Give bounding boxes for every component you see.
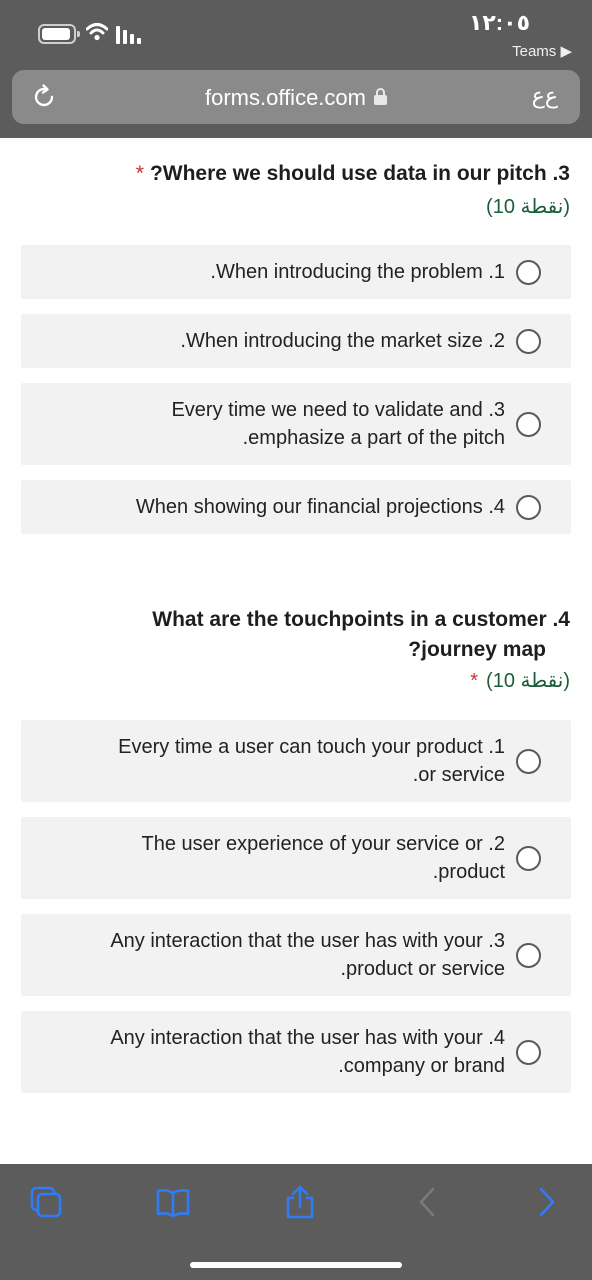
address-bar[interactable]: forms.office.com ﻉﻉ <box>12 70 580 124</box>
form-content: * ?Where we should use data in our pitch … <box>0 138 592 1164</box>
url-text: forms.office.com <box>205 85 366 110</box>
question-title: * ?Where we should use data in our pitch … <box>135 162 570 185</box>
status-bar: ١٢:٠٥ Teams ▶ <box>0 0 592 68</box>
radio-button[interactable] <box>516 260 541 285</box>
url-display[interactable]: forms.office.com <box>12 85 580 111</box>
radio-button[interactable] <box>516 1040 541 1065</box>
answer-option[interactable]: When showing our financial projections .… <box>21 480 571 534</box>
answer-option[interactable]: Any interaction that the user has with y… <box>21 1011 571 1093</box>
radio-button[interactable] <box>516 329 541 354</box>
option-label: .emphasize a part of the pitch <box>242 427 505 449</box>
text-size-button[interactable]: ﻉﻉ <box>532 83 558 109</box>
option-label: .product <box>432 861 505 883</box>
option-label: Any interaction that the user has with y… <box>110 930 505 952</box>
radio-button[interactable] <box>516 412 541 437</box>
option-label: When showing our financial projections .… <box>135 496 505 518</box>
answer-option[interactable]: .When introducing the market size .2 <box>21 314 571 368</box>
answer-option[interactable]: .When introducing the problem .1 <box>21 245 571 299</box>
tabs-icon[interactable] <box>28 1184 64 1220</box>
question-title: What are the touchpoints in a customer .… <box>152 608 570 631</box>
option-label: .company or brand <box>338 1055 505 1077</box>
option-label: .When introducing the problem .1 <box>210 261 505 283</box>
radio-button[interactable] <box>516 943 541 968</box>
home-indicator[interactable] <box>190 1262 402 1268</box>
wifi-icon <box>86 23 108 41</box>
answer-option[interactable]: Any interaction that the user has with y… <box>21 914 571 996</box>
share-icon[interactable] <box>282 1184 318 1220</box>
answer-option[interactable]: The user experience of your service or .… <box>21 817 571 899</box>
option-label: Every time we need to validate and .3 <box>171 399 505 421</box>
answer-option[interactable]: Every time we need to validate and .3 .e… <box>21 383 571 465</box>
option-label: .or service <box>412 764 505 786</box>
back-arrow-icon[interactable] <box>410 1184 446 1220</box>
question-points: (10 نقطة) <box>486 196 570 218</box>
option-label: Every time a user can touch your product… <box>118 736 505 758</box>
lock-icon <box>373 88 387 105</box>
battery-icon <box>38 24 80 44</box>
radio-button[interactable] <box>516 495 541 520</box>
browser-address-area: forms.office.com ﻉﻉ <box>0 68 592 138</box>
option-label: .product or service <box>340 958 505 980</box>
forward-arrow-icon[interactable] <box>530 1184 566 1220</box>
required-mark: * <box>135 162 144 185</box>
required-mark: * <box>470 670 479 692</box>
option-label: The user experience of your service or .… <box>141 833 505 855</box>
radio-button[interactable] <box>516 846 541 871</box>
cell-signal-icon <box>116 24 146 44</box>
radio-button[interactable] <box>516 749 541 774</box>
question-points: * (10 نقطة) <box>470 670 570 692</box>
answer-option[interactable]: Every time a user can touch your product… <box>21 720 571 802</box>
bookmarks-icon[interactable] <box>155 1184 191 1220</box>
question-title-line2: ?journey map <box>408 638 546 661</box>
option-label: Any interaction that the user has with y… <box>110 1027 505 1049</box>
status-time: ١٢:٠٥ <box>468 10 530 35</box>
option-label: .When introducing the market size .2 <box>180 330 505 352</box>
back-to-app-link[interactable]: Teams ▶ <box>512 42 572 60</box>
